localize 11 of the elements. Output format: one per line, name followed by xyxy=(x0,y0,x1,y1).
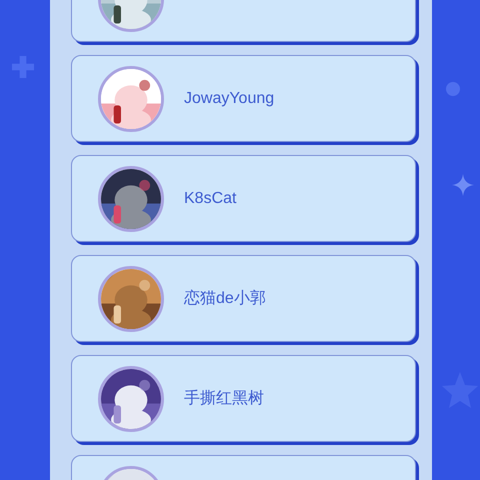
user-name: K8sCat xyxy=(184,188,236,208)
user-name: 恋猫de小郭 xyxy=(184,288,266,308)
user-name: 手撕红黑树 xyxy=(184,388,264,408)
sparkle-icon xyxy=(452,174,474,196)
user-name: JowayYoung xyxy=(184,88,274,108)
user-card[interactable]: 恋猫de小郭 xyxy=(71,255,416,342)
user-card[interactable]: JowayYoung xyxy=(71,55,416,142)
plus-icon xyxy=(12,56,34,78)
circle-icon xyxy=(446,82,460,96)
user-card[interactable]: K8sCat xyxy=(71,155,416,242)
user-card[interactable]: 手撕红黑树 xyxy=(71,355,416,442)
